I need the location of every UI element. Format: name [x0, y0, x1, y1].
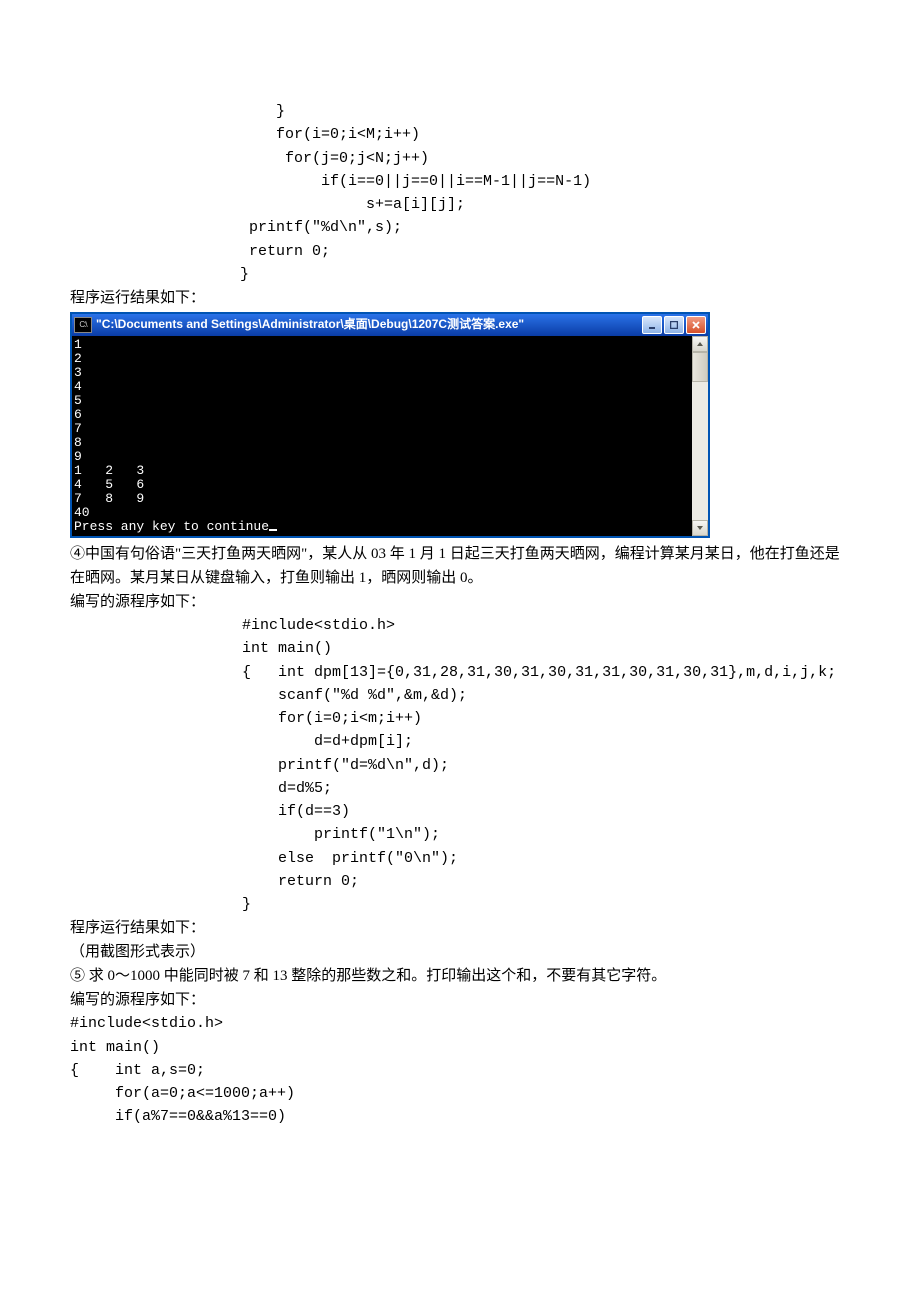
- console-cmd-icon: C:\: [74, 317, 92, 333]
- window-controls: [642, 316, 706, 334]
- console-titlebar: C:\ "C:\Documents and Settings\Administr…: [72, 314, 708, 336]
- console-body: 1 2 3 4 5 6 7 8 9 1 2 3 4 5 6 7 8 9 40 P…: [72, 336, 708, 536]
- code-block-5: #include<stdio.h> int main() { int a,s=0…: [70, 1012, 850, 1128]
- source-label-4: 编写的源程序如下：: [70, 590, 850, 614]
- source-label-5: 编写的源程序如下：: [70, 988, 850, 1012]
- problem-4-text: ④中国有句俗语"三天打鱼两天晒网"，某人从 03 年 1 月 1 日起三天打鱼两…: [70, 542, 850, 590]
- scroll-up-button[interactable]: [692, 336, 708, 352]
- result-label-4: 程序运行结果如下：: [70, 916, 850, 940]
- chevron-up-icon: [696, 341, 704, 347]
- code-block-top: } for(i=0;i<M;i++) for(j=0;j<N;j++) if(i…: [70, 100, 850, 286]
- chevron-down-icon: [696, 525, 704, 531]
- maximize-icon: [670, 321, 678, 329]
- console-title: "C:\Documents and Settings\Administrator…: [96, 315, 642, 334]
- code-block-4: #include<stdio.h> int main() { int dpm[1…: [70, 614, 850, 916]
- minimize-icon: [648, 321, 656, 329]
- document-page: } for(i=0;i<M;i++) for(j=0;j<N;j++) if(i…: [0, 0, 920, 1189]
- problem-5-text: ⑤ 求 0～1000 中能同时被 7 和 13 整除的那些数之和。打印输出这个和…: [70, 964, 850, 988]
- close-icon: [692, 321, 700, 329]
- console-window: C:\ "C:\Documents and Settings\Administr…: [70, 312, 710, 538]
- console-scrollbar[interactable]: [692, 336, 708, 536]
- console-cursor: [269, 529, 277, 531]
- scrollbar-thumb[interactable]: [692, 352, 708, 382]
- result-label-1: 程序运行结果如下：: [70, 286, 850, 310]
- result-note-4: （用截图形式表示）: [70, 940, 850, 964]
- close-button[interactable]: [686, 316, 706, 334]
- maximize-button[interactable]: [664, 316, 684, 334]
- scroll-down-button[interactable]: [692, 520, 708, 536]
- minimize-button[interactable]: [642, 316, 662, 334]
- scrollbar-track[interactable]: [692, 352, 708, 520]
- console-output: 1 2 3 4 5 6 7 8 9 1 2 3 4 5 6 7 8 9 40 P…: [72, 336, 692, 536]
